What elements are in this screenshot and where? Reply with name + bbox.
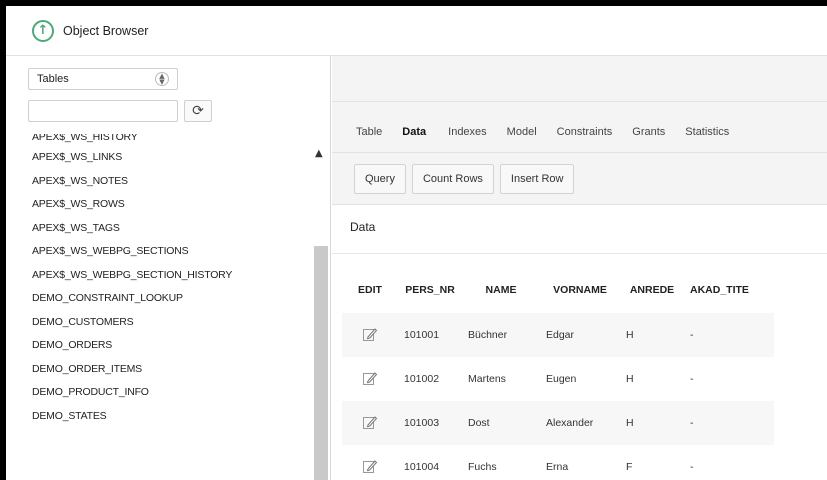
cell-pers-nr: 101004 xyxy=(398,445,462,480)
data-toolbar: Query Count Rows Insert Row xyxy=(332,152,827,204)
tab-indexes[interactable]: Indexes xyxy=(436,112,497,152)
table-row: 101004 Fuchs Erna F - xyxy=(342,445,774,480)
edit-cell xyxy=(342,357,398,401)
table-search-input[interactable] xyxy=(28,100,178,122)
edit-icon[interactable] xyxy=(362,414,378,430)
cell-anrede: H xyxy=(620,401,684,445)
object-type-select[interactable]: Tables ▲ ▼ xyxy=(28,68,178,90)
cell-akad-titel: - xyxy=(684,357,774,401)
app-frame: ↑ Object Browser Tables ▲ ▼ ⟳ APEX$_WS_HI… xyxy=(6,6,827,480)
column-header-edit[interactable]: EDIT xyxy=(342,267,398,313)
cell-vorname: Edgar xyxy=(540,313,620,357)
column-header-vorname[interactable]: VORNAME xyxy=(540,267,620,313)
table-list-item[interactable]: DEMO_CONSTRAINT_LOOKUP xyxy=(6,287,311,311)
table-list-item[interactable]: APEX$_WS_HISTORY xyxy=(6,134,311,146)
table-list-item[interactable]: APEX$_WS_WEBPG_SECTIONS xyxy=(6,240,311,264)
grid-header-row: EDIT PERS_NR NAME VORNAME ANREDE AKAD_TI… xyxy=(342,267,774,313)
table-detail-panel: Table Data Indexes Model Constraints Gra… xyxy=(332,56,827,480)
edit-cell xyxy=(342,313,398,357)
table-list-scrollbar[interactable] xyxy=(314,246,328,480)
refresh-button[interactable]: ⟳ xyxy=(184,100,212,122)
cell-akad-titel: - xyxy=(684,445,774,480)
table-list-item[interactable]: APEX$_WS_LINKS xyxy=(6,146,311,170)
column-header-anrede[interactable]: ANREDE xyxy=(620,267,684,313)
cell-akad-titel: - xyxy=(684,401,774,445)
cell-anrede: H xyxy=(620,313,684,357)
app-header: ↑ Object Browser xyxy=(6,6,827,56)
tab-data[interactable]: Data xyxy=(392,112,436,152)
data-region: Data EDIT PERS_NR NAME VORNAME ANREDE AK… xyxy=(332,204,827,480)
insert-row-button[interactable]: Insert Row xyxy=(499,163,575,194)
region-title: Data xyxy=(350,220,376,234)
column-header-pers-nr[interactable]: PERS_NR xyxy=(398,267,462,313)
object-browser-panel: Tables ▲ ▼ ⟳ APEX$_WS_HISTORY APEX$_WS_LI… xyxy=(6,56,340,480)
detail-tabs: Table Data Indexes Model Constraints Gra… xyxy=(332,112,739,152)
table-list[interactable]: APEX$_WS_HISTORY APEX$_WS_LINKS APEX$_WS… xyxy=(6,134,311,480)
cell-pers-nr: 101003 xyxy=(398,401,462,445)
tab-grants[interactable]: Grants xyxy=(622,112,675,152)
table-list-item[interactable]: DEMO_STATES xyxy=(6,405,311,429)
cell-name: Dost xyxy=(462,401,540,445)
table-row: 101001 Büchner Edgar H - xyxy=(342,313,774,357)
edit-icon[interactable] xyxy=(362,458,378,474)
table-list-item[interactable]: APEX$_WS_ROWS xyxy=(6,193,311,217)
table-row: 101003 Dost Alexander H - xyxy=(342,401,774,445)
column-header-akad-titel[interactable]: AKAD_TITE xyxy=(684,267,774,313)
tab-model[interactable]: Model xyxy=(497,112,547,152)
table-list-item[interactable]: APEX$_WS_TAGS xyxy=(6,217,311,241)
query-button[interactable]: Query xyxy=(354,163,406,194)
cell-vorname: Alexander xyxy=(540,401,620,445)
up-arrow-circle-icon[interactable]: ↑ xyxy=(32,19,54,42)
cell-anrede: F xyxy=(620,445,684,480)
table-list-item[interactable]: APEX$_WS_WEBPG_SECTION_HISTORY xyxy=(6,264,311,288)
cell-vorname: Erna xyxy=(540,445,620,480)
table-list-item[interactable]: APEX$_WS_NOTES xyxy=(6,170,311,194)
cell-pers-nr: 101001 xyxy=(398,313,462,357)
table-list-item[interactable]: DEMO_PRODUCT_INFO xyxy=(6,381,311,405)
region-divider xyxy=(332,253,827,254)
detail-header-bar xyxy=(332,64,827,102)
cell-name: Martens xyxy=(462,357,540,401)
data-grid: EDIT PERS_NR NAME VORNAME ANREDE AKAD_TI… xyxy=(342,267,774,480)
edit-icon[interactable] xyxy=(362,326,378,342)
edit-cell xyxy=(342,401,398,445)
select-updown-icon: ▲ ▼ xyxy=(155,72,169,86)
tab-table[interactable]: Table xyxy=(332,112,392,152)
column-header-name[interactable]: NAME xyxy=(462,267,540,313)
tab-constraints[interactable]: Constraints xyxy=(547,112,623,152)
page-title: Object Browser xyxy=(63,23,149,38)
cell-name: Büchner xyxy=(462,313,540,357)
count-rows-button[interactable]: Count Rows xyxy=(411,163,494,194)
refresh-icon: ⟳ xyxy=(192,103,204,119)
scroll-up-arrow-icon[interactable]: ▲ xyxy=(315,148,323,159)
cell-name: Fuchs xyxy=(462,445,540,480)
edit-cell xyxy=(342,445,398,480)
cell-akad-titel: - xyxy=(684,313,774,357)
table-row: 101002 Martens Eugen H - xyxy=(342,357,774,401)
cell-pers-nr: 101002 xyxy=(398,357,462,401)
tab-statistics[interactable]: Statistics xyxy=(675,112,739,152)
table-list-item[interactable]: DEMO_ORDER_ITEMS xyxy=(6,358,311,382)
edit-icon[interactable] xyxy=(362,370,378,386)
table-list-item[interactable]: DEMO_ORDERS xyxy=(6,334,311,358)
table-list-item[interactable]: DEMO_CUSTOMERS xyxy=(6,311,311,335)
object-type-value: Tables xyxy=(37,73,69,85)
cell-vorname: Eugen xyxy=(540,357,620,401)
cell-anrede: H xyxy=(620,357,684,401)
